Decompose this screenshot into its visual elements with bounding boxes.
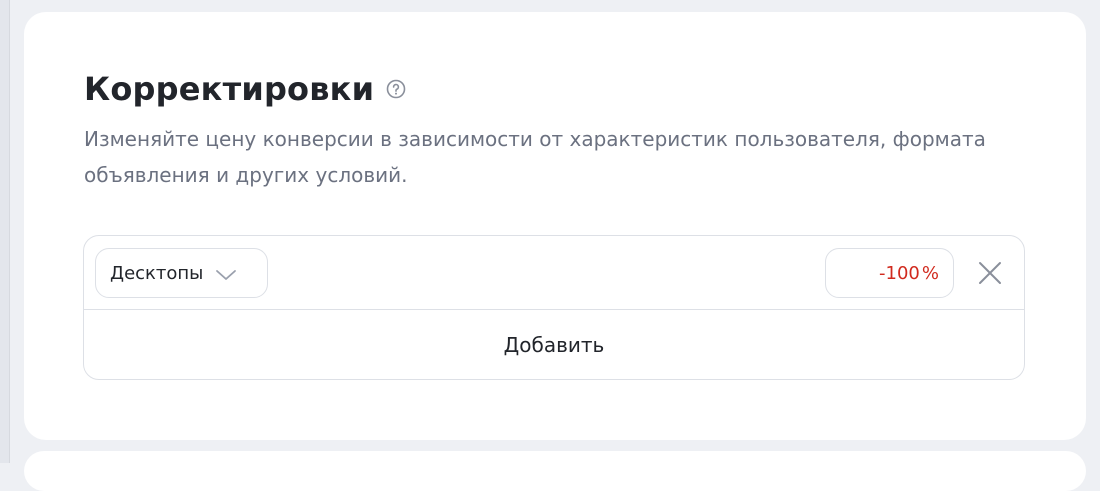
- chevron-down-icon: [215, 266, 237, 280]
- device-select-value: Десктопы: [110, 262, 204, 284]
- percent-input[interactable]: -100 %: [825, 248, 954, 298]
- question-circle-icon[interactable]: [386, 79, 406, 99]
- add-button[interactable]: Добавить: [84, 310, 1024, 380]
- adjustments-list: Десктопы -100 % Добавить: [83, 235, 1025, 380]
- device-select[interactable]: Десктопы: [95, 248, 268, 298]
- percent-unit: %: [921, 262, 939, 284]
- section-title: Корректировки: [84, 70, 375, 108]
- section-description: Изменяйте цену конверсии в зависимости о…: [84, 127, 986, 187]
- close-icon[interactable]: [977, 260, 1003, 286]
- sidebar-edge: [0, 0, 10, 463]
- next-card: [24, 451, 1086, 491]
- section-header: Корректировки: [84, 70, 406, 108]
- adjustments-card: Корректировки Изменяйте цену конверсии в…: [24, 12, 1086, 440]
- adjustment-row: Десктопы -100 %: [84, 236, 1024, 310]
- percent-value: -100: [879, 262, 920, 284]
